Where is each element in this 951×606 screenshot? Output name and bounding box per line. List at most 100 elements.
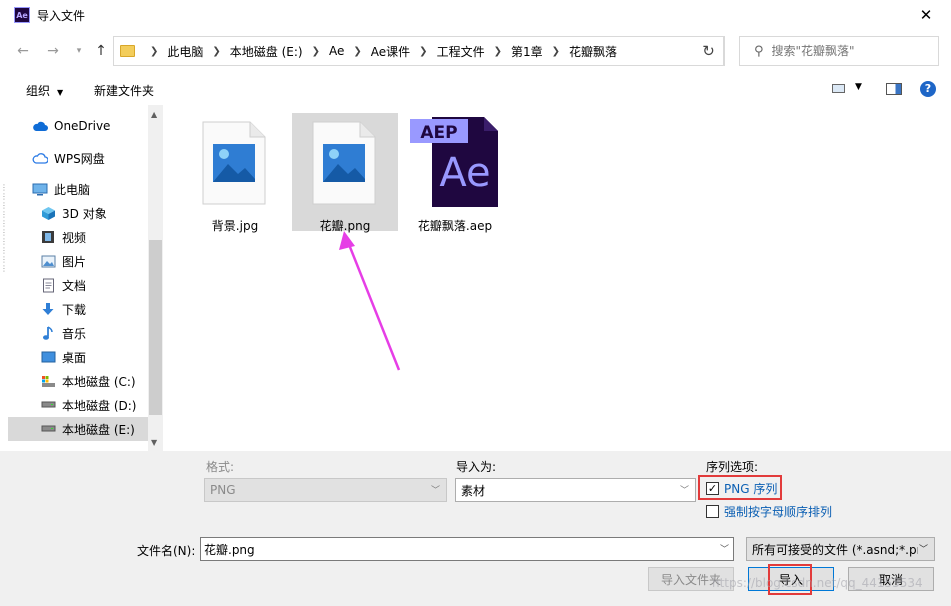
sidebar-item-pictures[interactable]: 图片: [40, 249, 86, 273]
title-bar: Ae 导入文件 ✕: [0, 0, 951, 30]
chevron-down-icon: ﹀: [918, 545, 928, 555]
breadcrumb-item[interactable]: 第1章: [511, 43, 543, 60]
import-as-select[interactable]: 素材 ﹀: [455, 478, 696, 502]
sidebar-item-this-pc[interactable]: 此电脑: [32, 177, 90, 201]
chevron-down-icon: ﹀: [679, 486, 689, 496]
file-type-filter-select[interactable]: 所有可接受的文件 (*.asnd;*.pr ﹀: [746, 537, 935, 561]
search-box[interactable]: ⚲: [739, 36, 939, 66]
close-icon[interactable]: ✕: [917, 6, 935, 24]
cube-icon: [40, 206, 56, 220]
import-as-value: 素材: [461, 483, 486, 498]
command-bar: 组织 ▼ 新建文件夹 ▼ ?: [0, 72, 951, 105]
window-title: 导入文件: [37, 8, 86, 23]
forward-icon[interactable]: →: [44, 42, 62, 60]
recent-locations-chevron-icon[interactable]: ▾: [70, 42, 88, 60]
sidebar-item-label: 本地磁盘 (E:): [62, 422, 135, 437]
image-file-icon: [202, 121, 266, 205]
folder-icon: [120, 45, 135, 57]
preview-pane-icon[interactable]: [886, 83, 902, 95]
breadcrumb-item[interactable]: 本地磁盘 (E:): [230, 43, 303, 60]
breadcrumb-item[interactable]: 此电脑: [167, 43, 203, 60]
breadcrumb-item[interactable]: Ae: [329, 44, 344, 58]
filename-label: 文件名(N):: [137, 544, 196, 558]
change-view-icon[interactable]: [832, 84, 845, 93]
cloud-icon: [32, 119, 48, 133]
system-drive-icon: [40, 374, 56, 388]
format-select: PNG ﹀: [204, 478, 447, 502]
drive-icon: [40, 398, 56, 412]
sidebar-item-drive-d[interactable]: 本地磁盘 (D:): [40, 393, 136, 417]
breadcrumb-item[interactable]: Ae课件: [371, 43, 410, 60]
sidebar-item-label: 本地磁盘 (C:): [62, 374, 136, 389]
sidebar-item-label: 下载: [62, 302, 87, 317]
new-folder-button[interactable]: 新建文件夹: [94, 82, 154, 99]
sidebar-item-videos[interactable]: 视频: [40, 225, 86, 249]
search-icon: ⚲: [754, 43, 764, 59]
scroll-down-icon[interactable]: ▼: [151, 438, 157, 447]
watermark: https://blog.csdn.net/qq_44153534: [712, 576, 923, 590]
chevron-right-icon: ❯: [212, 45, 221, 57]
sidebar-item-label: 文档: [62, 278, 87, 293]
import-options-panel: 格式: PNG ﹀ 导入为: 素材 ﹀ 序列选项: ✓ PNG 序列 强制按字母…: [0, 451, 951, 606]
chevron-right-icon: ❯: [551, 45, 560, 57]
highlight-box: [698, 475, 782, 500]
sidebar-item-drive-c[interactable]: 本地磁盘 (C:): [40, 369, 136, 393]
sidebar-item-wps-drive[interactable]: WPS网盘: [32, 146, 105, 170]
download-arrow-icon: [40, 302, 56, 316]
triangle-down-icon: ▼: [57, 88, 64, 97]
search-input[interactable]: [771, 44, 922, 58]
address-bar[interactable]: ❯ 此电脑 ❯ 本地磁盘 (E:) ❯ Ae ❯ Ae课件 ❯ 工程文件 ❯ 第…: [113, 36, 783, 66]
sequence-options-label: 序列选项:: [706, 460, 759, 474]
sidebar-item-label: 图片: [62, 254, 87, 269]
force-alphabetical-checkbox[interactable]: 强制按字母顺序排列: [706, 503, 832, 520]
file-item-selected[interactable]: 花瓣.png: [292, 113, 398, 233]
filename-input[interactable]: [200, 537, 734, 561]
sidebar-item-3d-objects[interactable]: 3D 对象: [40, 201, 107, 225]
breadcrumb-item[interactable]: 花瓣飘落: [569, 43, 617, 60]
file-type-filter-value: 所有可接受的文件 (*.asnd;*.pr: [752, 542, 918, 557]
breadcrumb-item[interactable]: 工程文件: [437, 43, 485, 60]
sidebar-item-downloads[interactable]: 下载: [40, 297, 86, 321]
format-value: PNG: [210, 483, 236, 497]
refresh-icon[interactable]: ↻: [694, 36, 724, 66]
after-effects-app-icon: Ae: [14, 7, 30, 23]
cloud-outline-icon: [32, 151, 48, 165]
organize-menu-button[interactable]: 组织 ▼: [26, 82, 63, 99]
chevron-right-icon: ❯: [493, 45, 502, 57]
file-item[interactable]: AEP Ae 花瓣飘落.aep: [402, 113, 508, 233]
import-as-label: 导入为:: [456, 460, 497, 474]
chevron-down-icon: ﹀: [430, 486, 440, 496]
computer-icon: [32, 182, 48, 196]
help-icon[interactable]: ?: [920, 81, 936, 97]
document-icon: [40, 278, 56, 292]
empty-checkbox-icon[interactable]: [706, 505, 719, 518]
scrollbar-thumb[interactable]: [149, 240, 162, 415]
sidebar-item-desktop[interactable]: 桌面: [40, 345, 86, 369]
sidebar-scrollbar[interactable]: ▲ ▼: [148, 105, 163, 451]
file-name: 花瓣.png: [319, 219, 371, 233]
aep-badge-text: AEP: [420, 123, 457, 143]
sidebar-item-label: 桌面: [62, 350, 87, 365]
sidebar-item-label: 本地磁盘 (D:): [62, 398, 137, 413]
tree-guide-dots: ⋮ ⋮ ⋮ ⋮ ⋮ ⋮ ⋮ ⋮ ⋮ ⋮: [0, 183, 8, 273]
music-note-icon: [40, 325, 56, 340]
film-icon: [40, 230, 56, 244]
chevron-right-icon: ❯: [311, 45, 320, 57]
sidebar-item-onedrive[interactable]: OneDrive: [32, 114, 110, 138]
after-effects-project-icon: AEP Ae: [410, 117, 498, 207]
chevron-down-icon[interactable]: ﹀: [720, 542, 729, 555]
drive-icon: [40, 422, 56, 436]
view-options-dropdown-icon[interactable]: ▼: [855, 82, 862, 92]
file-item[interactable]: 背景.jpg: [182, 113, 288, 233]
navigation-pane: OneDrive WPS网盘 ⋮ ⋮ ⋮ ⋮ ⋮ ⋮ ⋮ ⋮ ⋮ ⋮ 此电脑 3D 对象 视频 图…: [0, 105, 163, 451]
back-icon[interactable]: ←: [14, 42, 32, 60]
sidebar-item-music[interactable]: 音乐: [40, 321, 86, 345]
file-name: 花瓣飘落.aep: [417, 219, 493, 233]
sidebar-item-drive-e[interactable]: 本地磁盘 (E:): [8, 417, 148, 441]
sidebar-item-documents[interactable]: 文档: [40, 273, 86, 297]
sidebar-item-label: 此电脑: [54, 182, 91, 197]
file-list: 背景.jpg 花瓣.png AEP Ae 花瓣飘落.aep: [163, 105, 951, 451]
scroll-up-icon[interactable]: ▲: [151, 110, 157, 119]
sidebar-item-label: 音乐: [62, 326, 87, 341]
up-icon[interactable]: ↑: [92, 42, 110, 60]
